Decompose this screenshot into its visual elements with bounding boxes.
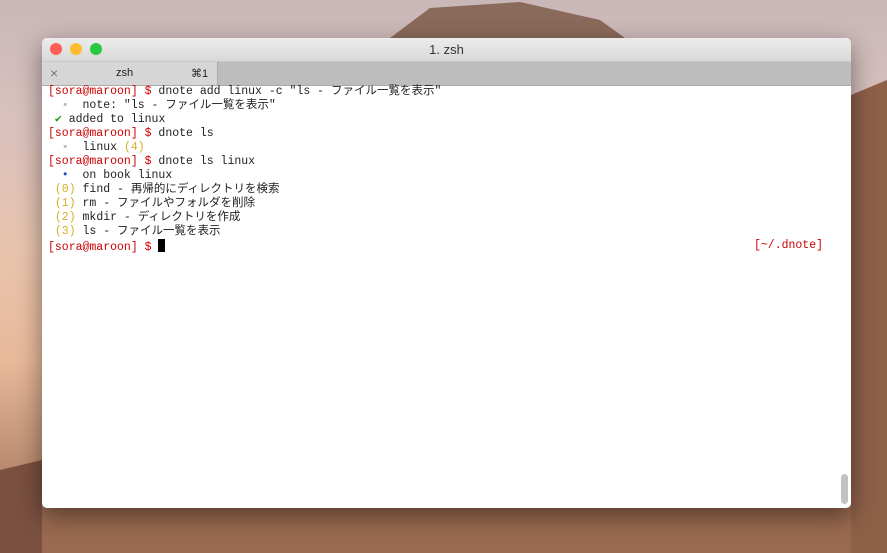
terminal-line: [sora@maroon] $ [~/.dnote] (48, 239, 831, 254)
prompt: [sora@maroon] $ (48, 155, 152, 168)
prompt: [sora@maroon] $ (48, 127, 152, 140)
note-count: (4) (123, 141, 145, 154)
terminal-line: • on book linux (48, 169, 831, 183)
command: dnote ls linux (151, 155, 256, 168)
terminal-line: ✔ added to linux (48, 113, 831, 127)
bullet-icon: • (48, 169, 69, 182)
note-index: (1) (48, 197, 76, 210)
note-line: (2) mkdir - ディレクトリを作成 (48, 211, 831, 225)
terminal-line: ▪ note: "ls - ファイル一覧を表示" (48, 99, 831, 113)
right-prompt: [~/.dnote] (753, 239, 823, 252)
output-text: added to linux (61, 113, 166, 126)
note-line: (0) find - 再帰的にディレクトリを検索 (48, 183, 831, 197)
note-text: find - 再帰的にディレクトリを検索 (75, 183, 280, 196)
scrollbar[interactable] (841, 474, 848, 504)
output-text: on book linux (68, 169, 173, 182)
terminal-window: 1. zsh × zsh ⌘1 [sora@maroon] $ dnote ad… (42, 38, 851, 508)
command: dnote add linux -c "ls - ファイル一覧を表示" (151, 85, 442, 98)
prompt: [sora@maroon] $ (48, 85, 152, 98)
tab-shortcut: ⌘1 (191, 68, 209, 80)
command: dnote ls (151, 127, 214, 140)
note-index: (2) (48, 211, 76, 224)
output-text: linux (68, 141, 124, 154)
check-icon: ✔ (48, 113, 62, 126)
tab-zsh[interactable]: × zsh ⌘1 (42, 62, 218, 85)
note-index: (3) (48, 225, 76, 238)
close-tab-icon[interactable]: × (50, 65, 58, 81)
note-text: ls - ファイル一覧を表示 (75, 225, 221, 238)
tab-bar: × zsh ⌘1 (42, 61, 851, 86)
window-title: 1. zsh (429, 42, 464, 57)
note-text: rm - ファイルやフォルダを削除 (75, 197, 256, 210)
tab-label: zsh (116, 67, 134, 79)
terminal-line: [sora@maroon] $ dnote add linux -c "ls -… (48, 85, 831, 99)
terminal-output[interactable]: [sora@maroon] $ dnote add linux -c "ls -… (48, 85, 831, 254)
terminal-line: [sora@maroon] $ dnote ls linux (48, 155, 831, 169)
note-line: (3) ls - ファイル一覧を表示 (48, 225, 831, 239)
terminal-line: ▪ linux (4) (48, 141, 831, 155)
prompt: [sora@maroon] $ (48, 241, 152, 254)
output-text: note: "ls - ファイル一覧を表示" (68, 99, 276, 112)
bullet-icon: ▪ (48, 141, 69, 154)
title-bar[interactable]: 1. zsh (42, 38, 851, 61)
terminal-line: [sora@maroon] $ dnote ls (48, 127, 831, 141)
note-line: (1) rm - ファイルやフォルダを削除 (48, 197, 831, 211)
note-text: mkdir - ディレクトリを作成 (75, 211, 241, 224)
note-index: (0) (48, 183, 76, 196)
bullet-icon: ▪ (48, 99, 69, 112)
cursor (158, 239, 166, 252)
